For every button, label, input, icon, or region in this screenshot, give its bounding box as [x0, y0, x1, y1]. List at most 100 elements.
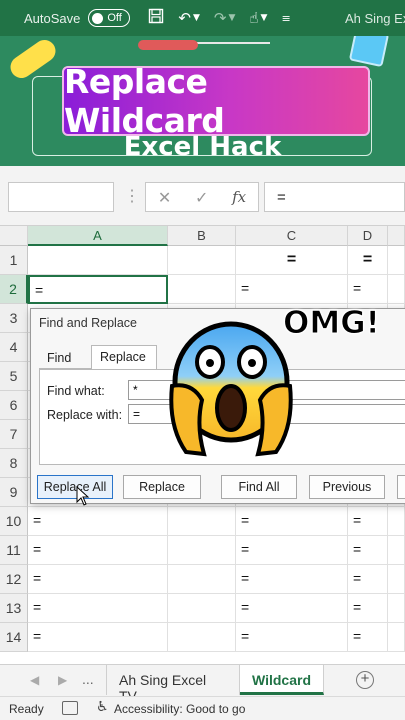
add-sheet-icon[interactable]: +	[356, 671, 374, 689]
tab-find[interactable]: Find	[39, 347, 91, 369]
accessibility-status[interactable]: Accessibility: Good to go	[114, 702, 245, 716]
splitter-dots-icon[interactable]: ⋮	[124, 186, 140, 206]
grid-cell[interactable]: =	[28, 507, 168, 536]
grid-cell[interactable]	[168, 507, 236, 536]
workbook-name: Ah Sing Ex	[345, 11, 405, 26]
grid-cell[interactable]: =	[236, 623, 348, 652]
row-header[interactable]: 8	[0, 449, 28, 478]
grid-cell[interactable]	[388, 536, 405, 565]
grid-cell[interactable]: =	[236, 507, 348, 536]
grid-cell[interactable]: =	[348, 246, 388, 275]
banner-title: Replace Wildcard	[64, 62, 225, 140]
grid-cell[interactable]: =	[28, 565, 168, 594]
row-header[interactable]: 7	[0, 420, 28, 449]
formula-buttons: ✕ ✓ fx	[145, 182, 259, 212]
grid-cell[interactable]	[168, 536, 236, 565]
column-header-d[interactable]: D	[348, 226, 388, 246]
grid-cell[interactable]: =	[348, 275, 388, 304]
row-header[interactable]: 9	[0, 478, 28, 507]
grid-cell[interactable]: =	[348, 594, 388, 623]
grid-cell[interactable]: =	[236, 594, 348, 623]
enter-icon[interactable]: ✓	[195, 188, 208, 207]
column-header-e[interactable]	[388, 226, 405, 246]
grid-cell[interactable]: =	[348, 536, 388, 565]
next-button[interactable]	[397, 475, 405, 499]
cancel-icon[interactable]: ✕	[158, 188, 171, 207]
row-header[interactable]: 13	[0, 594, 28, 623]
grid-cell[interactable]: =	[28, 623, 168, 652]
row-header[interactable]: 3	[0, 304, 28, 333]
redo-icon[interactable]: ↷	[214, 9, 227, 27]
save-icon[interactable]	[148, 8, 164, 28]
replace-button[interactable]: Replace	[123, 475, 201, 499]
chevron-down-icon[interactable]: ▼	[228, 13, 235, 23]
row-header[interactable]: 14	[0, 623, 28, 652]
chevron-right-icon[interactable]: ▶	[58, 673, 67, 687]
grid-cell[interactable]	[388, 507, 405, 536]
grid-cell[interactable]: =	[348, 565, 388, 594]
sheet-tab-wildcard[interactable]: Wildcard	[240, 665, 324, 695]
grid-cell[interactable]	[168, 623, 236, 652]
grid-cell[interactable]	[388, 246, 405, 275]
active-cell[interactable]: =	[28, 275, 168, 304]
grid-cell[interactable]: =	[236, 565, 348, 594]
screaming-face-emoji	[169, 321, 293, 457]
grid-cell[interactable]: =	[348, 507, 388, 536]
grid-cell[interactable]	[168, 594, 236, 623]
dialog-title: Find and Replace	[39, 316, 137, 330]
row-header[interactable]: 1	[0, 246, 28, 275]
autosave-toggle[interactable]: Off	[88, 9, 131, 27]
grid-cell[interactable]	[388, 565, 405, 594]
grid-cell[interactable]: =	[28, 594, 168, 623]
banner-title-box: Replace Wildcard	[62, 62, 370, 140]
cell-mode-icon[interactable]	[62, 701, 78, 715]
sheet-tab-bar: ◀ ▶ ... Ah Sing Excel TV Wildcard +	[0, 664, 405, 704]
decorative-pill	[138, 40, 198, 50]
name-box[interactable]	[8, 182, 114, 212]
grid-cell[interactable]: =	[28, 536, 168, 565]
grid-cell[interactable]	[388, 594, 405, 623]
undo-icon[interactable]: ↶	[178, 9, 191, 27]
grid-cell[interactable]: =	[236, 246, 348, 275]
row-header[interactable]: 4	[0, 333, 28, 362]
chevron-down-icon[interactable]: ▼	[261, 13, 268, 23]
formula-bar: ⋮ ✕ ✓ fx =	[0, 166, 405, 226]
grid-cell[interactable]	[168, 565, 236, 594]
more-sheets-icon[interactable]: ...	[82, 671, 94, 687]
touch-mode-icon[interactable]: ☝	[249, 9, 258, 27]
chevron-down-icon[interactable]: ▼	[193, 13, 200, 23]
customize-qat-icon[interactable]: ≡	[281, 12, 290, 25]
row-header[interactable]: 10	[0, 507, 28, 536]
toggle-knob	[92, 12, 104, 24]
formula-input[interactable]: =	[264, 182, 405, 212]
grid-cell[interactable]	[28, 246, 168, 275]
grid-cell[interactable]	[388, 623, 405, 652]
column-header-b[interactable]: B	[168, 226, 236, 246]
tab-replace[interactable]: Replace	[91, 345, 157, 370]
autosave-toggle-state: Off	[107, 12, 122, 24]
grid-cell[interactable]: =	[236, 275, 348, 304]
find-all-button[interactable]: Find All	[221, 475, 297, 499]
row-header[interactable]: 2	[0, 275, 28, 304]
column-header-a[interactable]: A	[28, 226, 168, 246]
insert-function-icon[interactable]: fx	[232, 188, 246, 206]
select-all-corner[interactable]	[0, 226, 28, 246]
accessibility-icon[interactable]: ♿	[96, 699, 109, 715]
mouse-cursor-icon	[76, 486, 90, 506]
row-header[interactable]: 12	[0, 565, 28, 594]
previous-button[interactable]: Previous	[309, 475, 385, 499]
chevron-left-icon[interactable]: ◀	[30, 673, 39, 687]
grid-cell[interactable]: =	[348, 623, 388, 652]
row-header[interactable]: 6	[0, 391, 28, 420]
omg-text: OMG!	[283, 305, 381, 342]
grid-cell[interactable]	[168, 246, 236, 275]
row-header[interactable]: 11	[0, 536, 28, 565]
grid-cell[interactable]: =	[236, 536, 348, 565]
find-what-label: Find what:	[47, 384, 105, 398]
sheet-tab-ah-sing-excel-tv[interactable]: Ah Sing Excel TV	[106, 665, 240, 704]
grid-cell[interactable]	[388, 275, 405, 304]
replace-all-button[interactable]: Replace All	[37, 475, 113, 499]
row-header[interactable]: 5	[0, 362, 28, 391]
grid-cell[interactable]	[168, 275, 236, 304]
column-header-c[interactable]: C	[236, 226, 348, 246]
